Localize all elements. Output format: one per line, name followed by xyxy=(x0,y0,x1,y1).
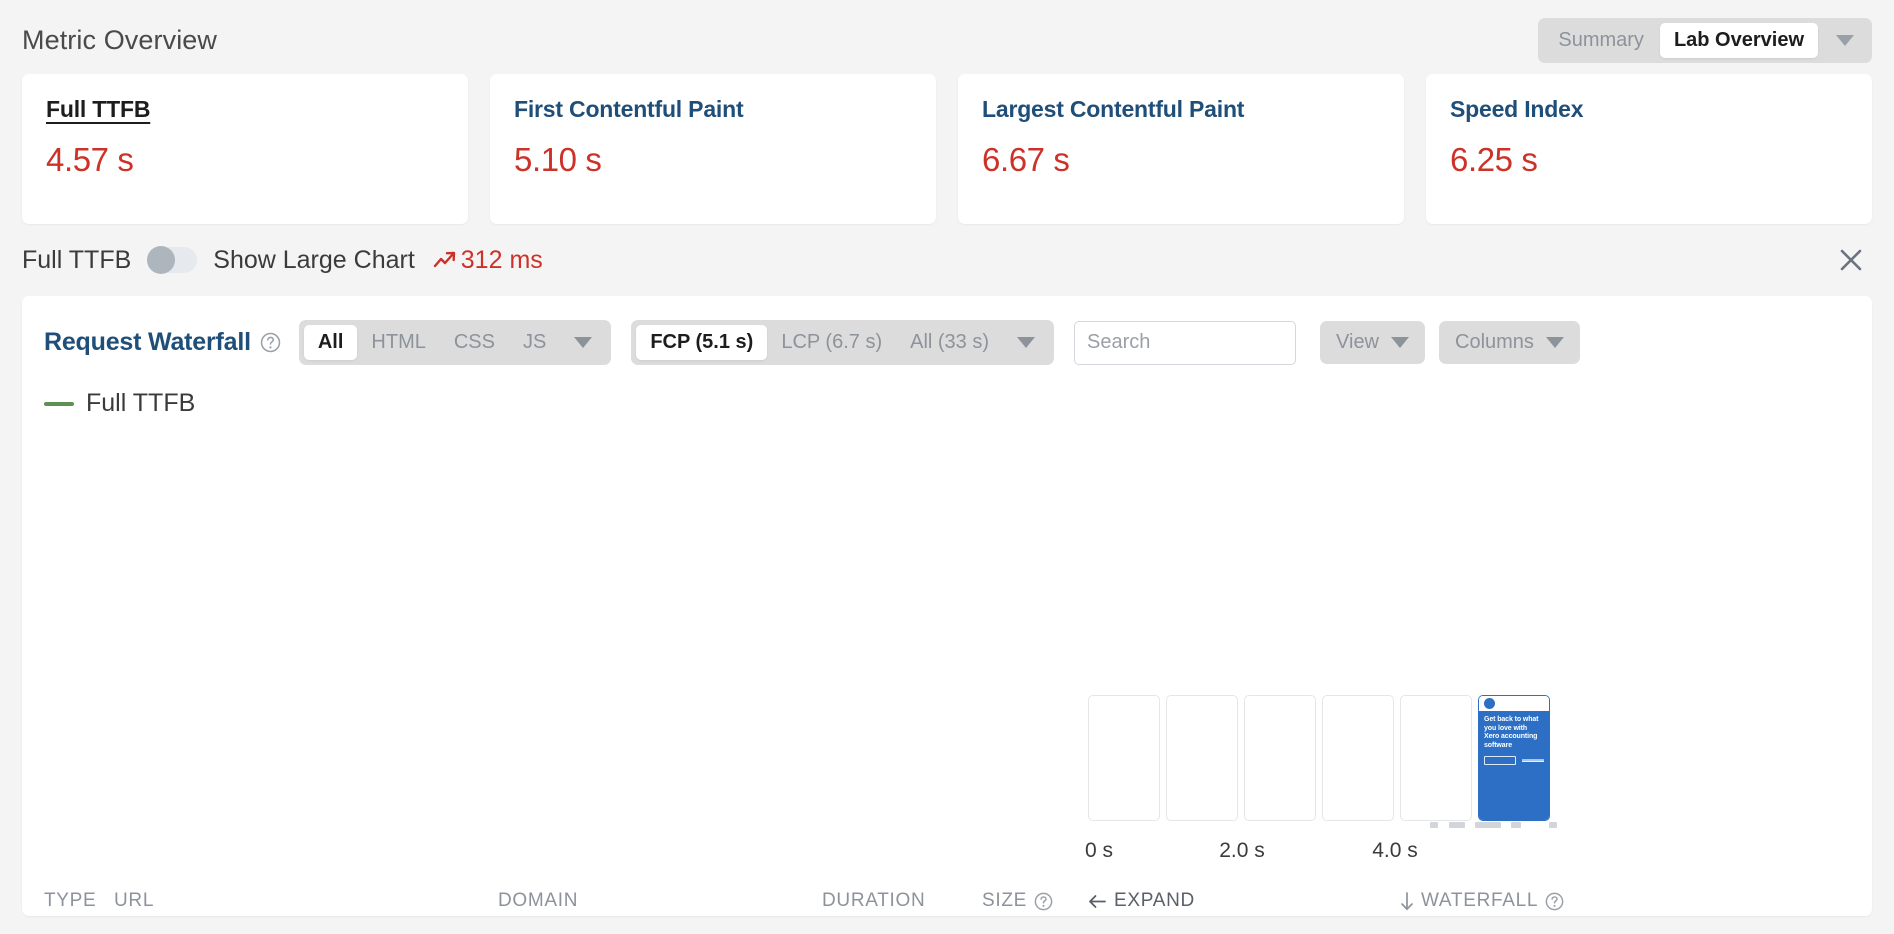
ttfb-delta-value: 312 ms xyxy=(460,245,543,274)
trend-up-icon xyxy=(433,251,455,268)
toggle-option-summary[interactable]: Summary xyxy=(1544,23,1658,58)
chart-legend: Full TTFB xyxy=(22,365,1872,418)
show-large-chart-label: Show Large Chart xyxy=(213,245,415,274)
column-header-url[interactable]: URL xyxy=(114,890,154,912)
type-filter-group[interactable]: All HTML CSS JS xyxy=(298,320,612,365)
view-button-label: View xyxy=(1336,331,1380,353)
help-circle-icon[interactable] xyxy=(260,332,281,353)
column-header-type[interactable]: TYPE xyxy=(44,890,96,912)
type-filter-js[interactable]: JS xyxy=(509,325,560,360)
chevron-down-icon[interactable] xyxy=(1836,34,1854,46)
metric-card-value: 6.67 s xyxy=(982,141,1070,178)
toggle-option-lab-overview[interactable]: Lab Overview xyxy=(1659,22,1818,58)
range-filter-all[interactable]: All (33 s) xyxy=(896,325,1003,360)
metric-card-value: 6.25 s xyxy=(1450,141,1538,178)
chevron-down-icon[interactable] xyxy=(574,337,593,348)
waterfall-title: Request Waterfall xyxy=(44,328,251,356)
columns-button-label: Columns xyxy=(1455,331,1534,353)
metric-card-value: 4.57 s xyxy=(46,141,134,178)
range-filter-lcp[interactable]: LCP (6.7 s) xyxy=(767,325,896,360)
metric-card-value: 5.10 s xyxy=(514,141,602,178)
metric-card-label: Speed Index xyxy=(1450,96,1584,122)
column-header-size[interactable]: SIZE xyxy=(982,890,1053,912)
search-input[interactable] xyxy=(1074,320,1297,365)
toggle-knob xyxy=(147,246,176,274)
metric-card-label: First Contentful Paint xyxy=(514,96,744,122)
range-filter-fcp[interactable]: FCP (5.1 s) xyxy=(636,325,768,360)
range-filter-group[interactable]: FCP (5.1 s) LCP (6.7 s) All (33 s) xyxy=(631,320,1055,365)
help-circle-icon[interactable] xyxy=(1034,892,1053,911)
type-filter-all[interactable]: All xyxy=(303,325,358,360)
chevron-down-icon xyxy=(1545,337,1564,348)
column-header-duration[interactable]: DURATION xyxy=(822,890,925,912)
show-large-chart-toggle[interactable] xyxy=(147,246,198,274)
chevron-down-icon[interactable] xyxy=(1017,337,1036,348)
metric-card-largest-contentful-paint[interactable]: Largest Contentful Paint 6.67 s xyxy=(958,74,1404,224)
close-icon[interactable] xyxy=(1838,247,1864,273)
metric-card-full-ttfb[interactable]: Full TTFB 4.57 s xyxy=(22,74,468,224)
metric-cards-row: Full TTFB 4.57 s First Contentful Paint … xyxy=(0,74,1894,224)
columns-button[interactable]: Columns xyxy=(1439,321,1580,364)
metric-card-label: Full TTFB xyxy=(46,96,151,122)
metric-card-first-contentful-paint[interactable]: First Contentful Paint 5.10 s xyxy=(490,74,936,224)
request-waterfall-panel: Request Waterfall All HTML CSS JS FCP (5… xyxy=(22,296,1872,916)
type-filter-html[interactable]: HTML xyxy=(357,325,439,360)
legend-label: Full TTFB xyxy=(86,389,196,417)
page-title: Metric Overview xyxy=(22,24,218,55)
type-filter-css[interactable]: CSS xyxy=(440,325,509,360)
waterfall-filter-bar: Request Waterfall All HTML CSS JS FCP (5… xyxy=(22,296,1872,365)
metric-card-label: Largest Contentful Paint xyxy=(982,96,1245,122)
column-header-domain[interactable]: DOMAIN xyxy=(498,890,578,912)
ttfb-delta: 312 ms xyxy=(433,246,543,275)
column-header-size-label: SIZE xyxy=(982,890,1028,911)
legend-color-swatch xyxy=(44,401,74,406)
page-header: Metric Overview Summary Lab Overview xyxy=(0,0,1894,74)
view-button[interactable]: View xyxy=(1320,321,1426,364)
view-toggle-group[interactable]: Summary Lab Overview xyxy=(1538,17,1872,63)
metric-card-speed-index[interactable]: Speed Index 6.25 s xyxy=(1426,74,1872,224)
ttfb-toggle-row: Full TTFB Show Large Chart 312 ms xyxy=(0,224,1894,296)
chevron-down-icon xyxy=(1391,337,1410,348)
ttfb-metric-name: Full TTFB xyxy=(22,245,132,274)
